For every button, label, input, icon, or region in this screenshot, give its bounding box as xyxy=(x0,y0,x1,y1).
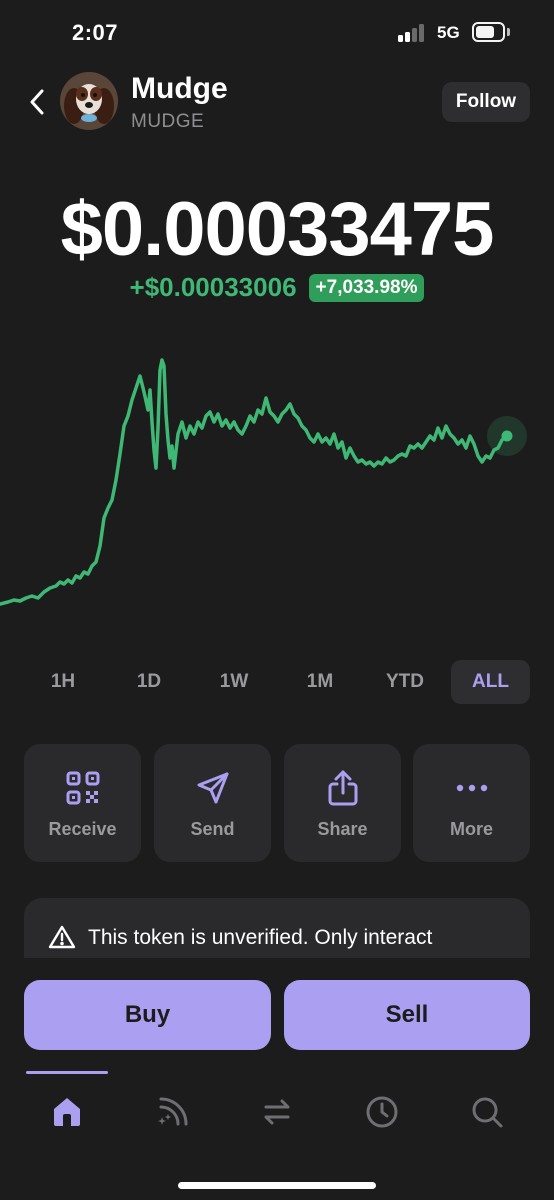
follow-button[interactable]: Follow xyxy=(442,82,530,122)
time-range-tabs: 1H 1D 1W 1M YTD ALL xyxy=(20,660,534,704)
network-label: 5G xyxy=(437,23,460,42)
status-time: 2:07 xyxy=(72,20,119,45)
more-button[interactable]: More xyxy=(413,744,530,862)
cellular-signal-icon xyxy=(398,24,428,42)
chevron-left-icon xyxy=(30,89,44,115)
nav-history[interactable] xyxy=(362,1092,402,1132)
receive-button[interactable]: Receive xyxy=(24,744,141,862)
buy-button[interactable]: Buy xyxy=(24,980,271,1050)
swap-icon xyxy=(264,1099,290,1125)
back-button[interactable] xyxy=(22,82,52,122)
token-name: Mudge xyxy=(131,72,228,105)
home-icon xyxy=(54,1098,80,1126)
share-label: Share xyxy=(317,819,368,839)
token-header: Mudge MUDGE Follow xyxy=(0,70,554,134)
receive-label: Receive xyxy=(48,819,117,839)
dog-avatar-icon xyxy=(60,72,118,130)
nav-explore[interactable] xyxy=(153,1092,193,1132)
range-tab-1h[interactable]: 1H xyxy=(20,660,106,704)
more-dots-icon xyxy=(456,784,487,792)
range-tab-1d[interactable]: 1D xyxy=(106,660,192,704)
warning-text: This token is unverified. Only interact xyxy=(88,926,433,949)
active-tab-indicator xyxy=(26,1071,108,1074)
price-line xyxy=(0,358,508,606)
range-tab-ytd[interactable]: YTD xyxy=(362,660,448,704)
qr-code-icon xyxy=(66,771,99,805)
range-tab-1m[interactable]: 1M xyxy=(277,660,363,704)
nav-search[interactable] xyxy=(467,1092,507,1132)
share-icon xyxy=(328,770,357,806)
current-price-dot xyxy=(501,430,513,442)
range-tab-1w[interactable]: 1W xyxy=(191,660,277,704)
price-change: +$0.00033006 +7,033.98% xyxy=(0,272,554,303)
explore-feed-icon xyxy=(158,1097,188,1126)
price-chart[interactable] xyxy=(0,330,554,630)
nav-home[interactable] xyxy=(47,1092,87,1132)
token-avatar xyxy=(60,72,118,130)
price-change-absolute: +$0.00033006 xyxy=(129,272,297,302)
battery-icon xyxy=(472,22,505,42)
send-button[interactable]: Send xyxy=(154,744,271,862)
action-buttons: Receive Send Share More xyxy=(24,744,530,862)
warning-triangle-icon xyxy=(48,925,76,949)
bottom-panel: Buy Sell xyxy=(0,958,554,1200)
share-button[interactable]: Share xyxy=(284,744,401,862)
sell-button[interactable]: Sell xyxy=(284,980,530,1050)
nav-swap[interactable] xyxy=(257,1092,297,1132)
token-symbol: MUDGE xyxy=(131,111,205,132)
history-clock-icon xyxy=(366,1096,398,1128)
search-icon xyxy=(472,1097,503,1128)
status-bar: 2:07 5G xyxy=(0,0,554,64)
range-tab-all[interactable]: ALL xyxy=(451,660,530,704)
send-icon xyxy=(197,772,228,804)
send-label: Send xyxy=(190,819,235,839)
price-change-percent-badge: +7,033.98% xyxy=(308,273,425,302)
more-label: More xyxy=(449,819,493,839)
home-indicator xyxy=(178,1182,376,1189)
token-price: $0.00033475 xyxy=(60,187,495,272)
